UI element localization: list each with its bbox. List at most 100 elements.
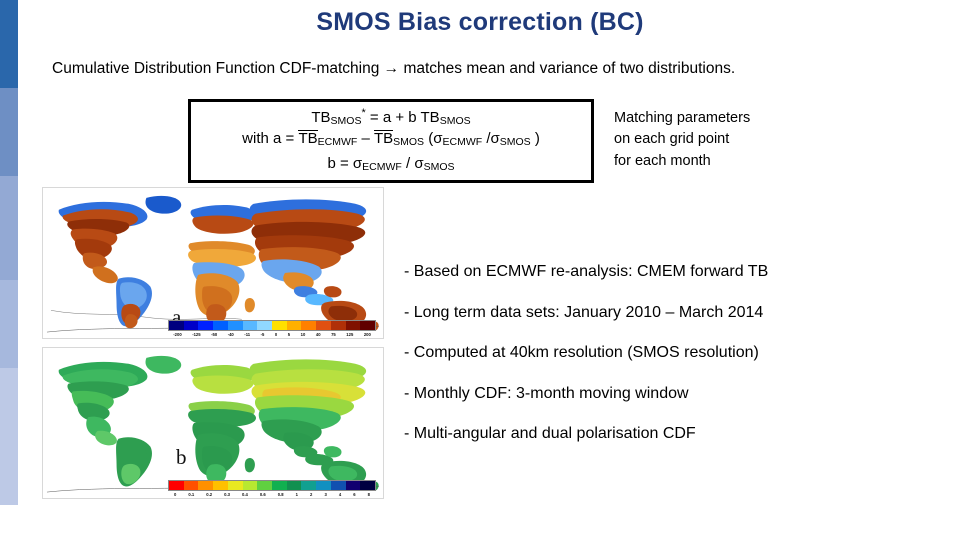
formula-tb-smos-star: TB [311, 109, 331, 126]
formula-b-slash: / σ [401, 155, 424, 172]
colorbar-tick-label: -125 [192, 332, 201, 337]
colorbar-segment [345, 321, 361, 330]
bullet-item: - Based on ECMWF re-analysis: CMEM forwa… [404, 263, 769, 280]
colorbar-tick-label: -50 [211, 332, 218, 337]
map-a-svg [43, 188, 383, 338]
colorbar-segment [286, 321, 302, 330]
colorbar-tick-label: 75 [331, 332, 336, 337]
formula-sub-smos-3: SMOS [393, 136, 425, 148]
note-line-1: Matching parameters [614, 110, 751, 126]
matching-parameters-note: Matching parameters on each grid point f… [614, 108, 864, 172]
colorbar-tick-label: 6 [353, 492, 356, 497]
slide-root: SMOS Bias correction (BC) Cumulative Dis… [0, 0, 960, 540]
colorbar-segment [316, 321, 331, 330]
colorbar-tick-label: 4 [338, 492, 342, 497]
formula-minus: – [357, 130, 374, 147]
colorbar-segment [330, 481, 346, 490]
colorbar-segment [183, 481, 199, 490]
colorbar-tick-label: -5 [260, 332, 265, 337]
colorbar-segment [360, 481, 376, 490]
colorbar-segment [169, 321, 184, 330]
colorbar-segment [272, 481, 287, 490]
map-b-letter: b [176, 445, 187, 469]
colorbar-segment [301, 321, 317, 330]
formula-with-a: with a = [242, 130, 299, 147]
colorbar-tick-label: -40 [227, 332, 234, 337]
colorbar-segment [183, 321, 199, 330]
sidebar-band-4 [0, 280, 18, 368]
formula-sub-smos-2: SMOS [439, 115, 471, 127]
bullet-list: - Based on ECMWF re-analysis: CMEM forwa… [404, 263, 949, 466]
slide-title: SMOS Bias correction (BC) [316, 8, 644, 36]
formula-eq-abtb: = a + b TB [365, 109, 440, 126]
formula-sub-smos-1: SMOS [330, 115, 362, 127]
colorbar-segment [198, 321, 214, 330]
formula-sub-ecmwf-1: ECMWF [317, 136, 358, 148]
colorbar-tick-label: 0 [274, 332, 278, 337]
colorbar-segment [198, 481, 214, 490]
colorbar-segment [227, 481, 243, 490]
colorbar-tick-label: 0.6 [259, 492, 266, 497]
colorbar-tick-label: 1 [295, 492, 298, 497]
colorbar-segment [330, 321, 346, 330]
colorbar-segment [272, 321, 287, 330]
map-b-colorbar-ticks: 0 0.1 0.2 0.3 0.4 0.6 0.8 1 2 3 4 6 8 [168, 492, 376, 497]
world-map-parameter-b [42, 347, 384, 499]
formula-line-3: b = σECMWF / σSMOS [191, 155, 591, 173]
colorbar-tick-label: 200 [363, 332, 371, 337]
map-a-colorbar-ticks: -200 -125 -50 -40 -11 -5 0 5 10 40 75 125 200 [168, 332, 376, 337]
colorbar-tick-label: 0.1 [188, 492, 195, 497]
note-line-3: for each month [614, 152, 711, 169]
sidebar-band-3 [0, 176, 18, 280]
colorbar-segment [213, 481, 228, 490]
colorbar-tick-label: 3 [324, 492, 327, 497]
colorbar-segment [301, 481, 317, 490]
colorbar-tick-label: 125 [346, 332, 354, 337]
map-b-colorbar [168, 480, 376, 491]
formula-box: TBSMOS* = a + b TBSMOS with a = TBECMWF … [188, 99, 594, 183]
colorbar-segment [316, 481, 331, 490]
colorbar-tick-label: 0.2 [206, 492, 213, 497]
slide-subtitle: Cumulative Distribution Function CDF-mat… [52, 60, 736, 77]
colorbar-segment [242, 321, 258, 330]
formula-line-2: with a = TBECMWF – TBSMOS (σECMWF /σSMOS… [191, 130, 591, 148]
colorbar-segment [169, 481, 184, 490]
decorative-sidebar [0, 0, 18, 540]
colorbar-tick-label: -11 [244, 332, 251, 337]
formula-sub-ecmwf-3: ECMWF [362, 161, 402, 173]
colorbar-tick-label: 5 [287, 332, 291, 337]
world-map-parameter-a [42, 187, 384, 339]
bullet-item: - Computed at 40km resolution (SMOS reso… [404, 344, 759, 361]
map-b-svg [43, 348, 383, 498]
colorbar-tick-label: -200 [173, 332, 182, 337]
colorbar-tick-label: 2 [310, 492, 313, 497]
bullet-item: - Monthly CDF: 3-month moving window [404, 384, 689, 402]
formula-sigma-slash: /σ [482, 130, 500, 147]
bullet-item: - Multi-angular and dual polarisation CD… [404, 425, 696, 442]
formula-tb-smos-bar: TB [373, 130, 394, 147]
colorbar-segment [257, 321, 273, 330]
colorbar-tick-label: 40 [315, 332, 321, 337]
colorbar-tick-label: 10 [300, 332, 306, 337]
colorbar-segment [257, 481, 273, 490]
bullet-item: - Long term data sets: January 2010 – Ma… [404, 303, 764, 321]
colorbar-segment [213, 321, 228, 330]
slide-footer: ECMWF EUROPEAN CENTRE FOR MEDIUM-RANGE W… [0, 505, 960, 540]
sidebar-band-2 [0, 88, 18, 176]
colorbar-tick-label: 0.8 [277, 492, 284, 497]
note-line-2: on each grid point [614, 131, 730, 148]
colorbar-tick-label: 0.3 [224, 492, 230, 497]
formula-paren-close: ) [530, 130, 540, 147]
colorbar-tick-label: 8 [367, 492, 370, 497]
formula-b-sigma: b = σ [327, 155, 363, 172]
formula-sub-smos-4: SMOS [499, 136, 531, 148]
colorbar-tick-label: 0.4 [242, 492, 248, 497]
colorbar-segment [242, 481, 258, 490]
colorbar-segment [345, 481, 361, 490]
map-a-colorbar [168, 320, 376, 331]
colorbar-segment [286, 481, 302, 490]
formula-sub-smos-5: SMOS [423, 161, 455, 173]
formula-sigma-open: (σ [424, 130, 443, 147]
formula-tb-ecmwf-bar: TB [298, 130, 318, 147]
colorbar-segment [360, 321, 376, 330]
